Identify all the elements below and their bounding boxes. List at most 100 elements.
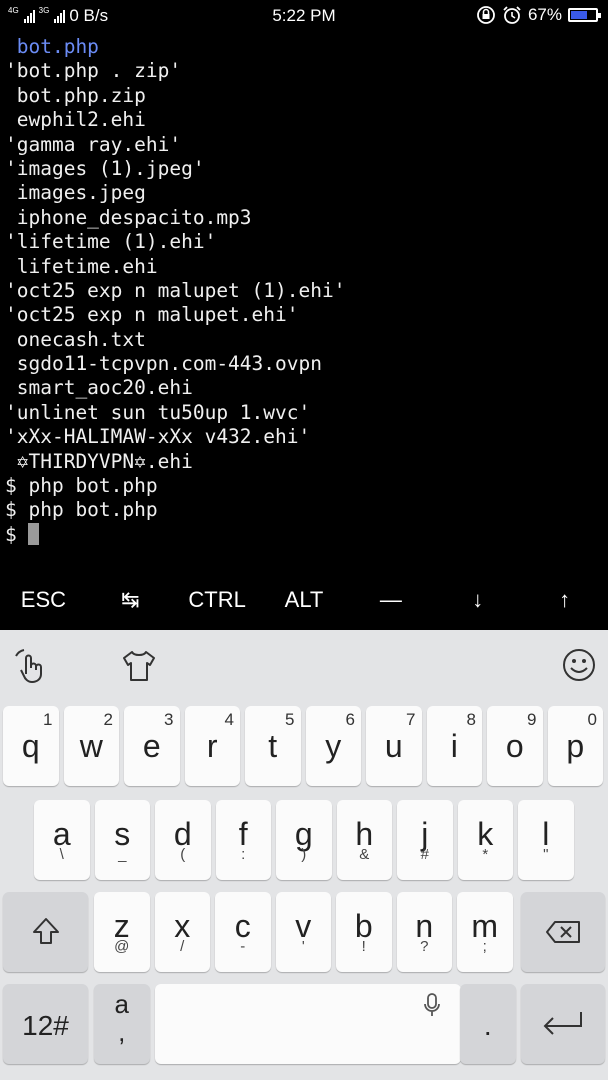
key-w[interactable]: 2w — [63, 706, 119, 786]
key-hint: 2 — [103, 710, 113, 729]
key-label: i — [450, 728, 458, 764]
key-v[interactable]: v ' — [275, 892, 331, 972]
key-symbol: # — [420, 846, 429, 863]
key-c[interactable]: c- — [215, 892, 271, 972]
key-hint: 9 — [527, 710, 537, 729]
terminal-line: ✡THIRDYVPN✡.ehi — [5, 449, 193, 473]
numbers-key[interactable]: 12# — [3, 984, 88, 1064]
extra-keys-bar: ESC ↹ CTRL ALT — ↓ ↑ — [0, 575, 608, 627]
key-hint: 4 — [224, 710, 234, 729]
key-symbol: ? — [420, 938, 429, 955]
key-symbol: ; — [482, 938, 487, 955]
keyboard-toolbar — [0, 630, 608, 700]
dash-key[interactable]: — — [347, 575, 434, 627]
period-key[interactable]: . — [460, 984, 516, 1064]
key-label: y — [325, 728, 342, 764]
terminal-line: bot.php.zip — [5, 83, 146, 107]
key-hint: 7 — [406, 710, 416, 729]
key-label: o — [505, 728, 524, 764]
key-e[interactable]: 3e — [124, 706, 180, 786]
esc-key[interactable]: ESC — [0, 575, 87, 627]
key-z[interactable]: z @ — [94, 892, 150, 972]
key-g[interactable]: g) — [276, 800, 332, 880]
key-j[interactable]: j # — [397, 800, 453, 880]
shift-icon — [33, 918, 59, 944]
terminal-line: ewphil2.ehi — [5, 108, 146, 132]
tab-key[interactable]: ↹ — [87, 575, 174, 627]
terminal-line: 'images (1).jpeg' — [5, 156, 205, 180]
terminal-line: 'unlinet sun tu50up 1.wvc' — [5, 400, 311, 424]
key-label: q — [21, 728, 40, 764]
terminal-line: $ php bot.php — [5, 474, 158, 498]
key-x[interactable]: x / — [154, 892, 210, 972]
prompt-line[interactable]: $ — [5, 522, 605, 547]
terminal-line: 'oct25 exp n malupet (1).ehi' — [5, 278, 346, 302]
terminal-line: bot.php — [5, 35, 99, 58]
terminal-line: iphone_despacito.mp3 — [5, 205, 252, 229]
key-i[interactable]: 8i — [426, 706, 482, 786]
key-k[interactable]: k * — [457, 800, 513, 880]
soft-keyboard: 1 q 2 w 3 e 4 r 5 t 6 y 7 u 8 i 9 o 0 p a \ s _ d(f: g) h & j # k * l " z @… — [0, 630, 608, 1080]
key-y[interactable]: 6y — [305, 706, 361, 786]
key-label: 12# — [22, 1010, 69, 1041]
key-d[interactable]: d( — [155, 800, 211, 880]
shift-key[interactable] — [3, 892, 88, 972]
terminal-line: 'gamma ray.ehi' — [5, 132, 182, 156]
terminal-line: onecash.txt — [5, 327, 146, 351]
key-hint: 0 — [587, 710, 597, 729]
terminal-output[interactable]: bot.php'bot.php . zip' bot.php.zip ewphi… — [5, 35, 605, 570]
key-symbol: , — [118, 1017, 126, 1047]
key-symbol: * — [482, 846, 489, 863]
backspace-key[interactable] — [521, 892, 605, 972]
key-h[interactable]: h & — [336, 800, 392, 880]
key-a[interactable]: a \ — [34, 800, 90, 880]
key-q[interactable]: 1q — [3, 706, 59, 786]
key-hint: 8 — [466, 710, 476, 729]
key-symbol: " — [543, 846, 549, 863]
prompt: $ — [5, 522, 29, 546]
enter-key[interactable] — [521, 984, 605, 1064]
key-symbol: / — [180, 938, 185, 955]
terminal-line: images.jpeg — [5, 181, 146, 205]
status-bar: 4G 3G 0 B/s 5:22 PM 67% — [0, 0, 608, 34]
terminal-line: $ php bot.php — [5, 498, 158, 522]
key-symbol: & — [359, 846, 370, 863]
key-f[interactable]: f: — [215, 800, 271, 880]
key-t[interactable]: 5t — [245, 706, 301, 786]
terminal-line: smart_aoc20.ehi — [5, 376, 193, 400]
punctuation-key[interactable]: a, — [94, 984, 150, 1064]
key-o[interactable]: 9o — [487, 706, 543, 786]
key-symbol: \ — [59, 846, 64, 863]
key-n[interactable]: n? — [396, 892, 452, 972]
key-symbol: ' — [301, 938, 305, 955]
rotation-lock-icon — [477, 6, 495, 24]
battery-fill — [571, 11, 588, 19]
key-r[interactable]: 4r — [184, 706, 240, 786]
key-l[interactable]: l " — [518, 800, 574, 880]
key-symbol: : — [241, 846, 246, 863]
up-arrow-key[interactable]: ↑ — [521, 575, 608, 627]
key-symbol: ! — [361, 938, 366, 955]
key-p[interactable]: 0p — [547, 706, 603, 786]
backspace-icon — [546, 921, 580, 943]
key-b[interactable]: b! — [336, 892, 392, 972]
terminal-line: 'xXx-HALIMAW-xXx v432.ehi' — [5, 425, 311, 449]
battery-icon — [568, 8, 601, 22]
key-label: r — [206, 728, 218, 764]
key-hint: 1 — [43, 710, 53, 729]
alt-key[interactable]: ALT — [261, 575, 348, 627]
theme-shirt-icon[interactable] — [120, 648, 158, 684]
space-key[interactable] — [155, 984, 461, 1064]
key-label: u — [384, 728, 403, 764]
key-hint: 3 — [164, 710, 174, 729]
key-s[interactable]: s _ — [94, 800, 150, 880]
emoji-icon[interactable] — [562, 648, 596, 682]
key-hint: 6 — [345, 710, 355, 729]
alarm-icon — [503, 6, 521, 24]
down-arrow-key[interactable]: ↓ — [434, 575, 521, 627]
key-m[interactable]: m; — [457, 892, 513, 972]
swipe-hand-icon[interactable] — [12, 648, 48, 684]
ctrl-key[interactable]: CTRL — [174, 575, 261, 627]
key-symbol: - — [240, 938, 246, 955]
key-u[interactable]: 7u — [366, 706, 422, 786]
